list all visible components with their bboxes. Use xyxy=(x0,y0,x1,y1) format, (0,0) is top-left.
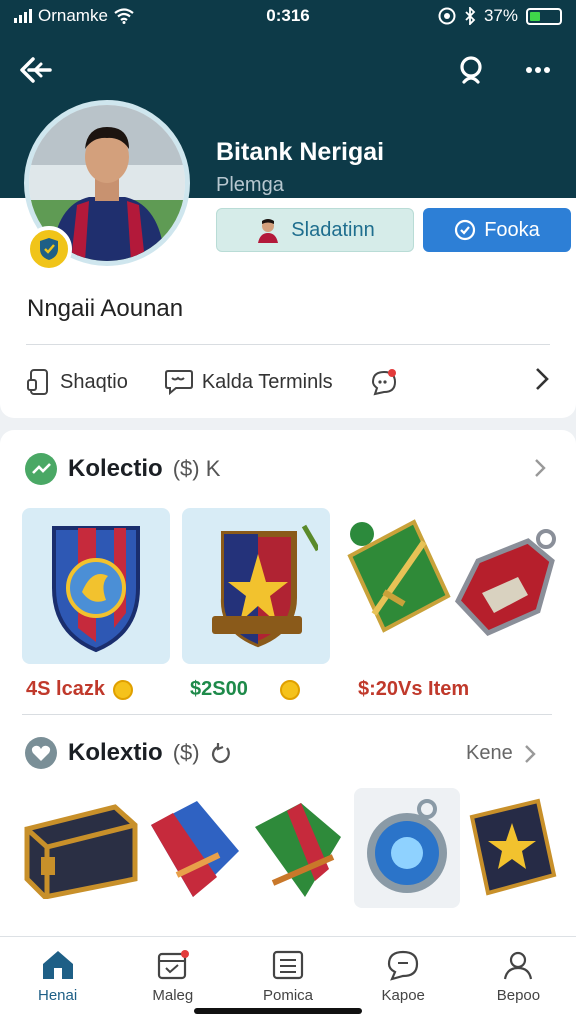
collection-1-price-2: $2S00 xyxy=(190,678,300,701)
club-badge-icon xyxy=(212,524,318,648)
profile-icon xyxy=(504,951,533,980)
battery-fill xyxy=(530,11,541,21)
collection-2-title: Kolextio xyxy=(68,739,163,766)
chevron-right-icon xyxy=(535,459,546,477)
primary-action-button[interactable]: Fooka xyxy=(423,208,571,252)
nav-label-list: Pomica xyxy=(262,987,314,1004)
profile-info-row: Shaqtio Kalda Terminls xyxy=(26,360,550,404)
carrier-name: Ornamke xyxy=(38,6,108,25)
search-button[interactable] xyxy=(452,50,492,90)
kit-green-icon xyxy=(255,803,341,897)
heart-icon xyxy=(25,737,57,769)
more-icon xyxy=(526,67,550,73)
collection-1-chevron[interactable] xyxy=(528,456,552,480)
trend-icon xyxy=(25,453,57,485)
profile-role: Plemga xyxy=(216,174,284,196)
phone-icon xyxy=(27,369,48,395)
top-navigation xyxy=(0,44,576,92)
notification-bubble-icon xyxy=(371,369,396,396)
wifi-icon xyxy=(114,8,134,24)
back-button[interactable] xyxy=(16,50,56,90)
nav-label-profile: Bepoo xyxy=(496,987,541,1004)
chevron-right-icon xyxy=(536,368,549,390)
back-arrow-icon xyxy=(20,57,52,83)
display-name: Nngaii Aounan xyxy=(27,295,184,322)
info-row-chevron[interactable] xyxy=(534,366,550,398)
calendar-icon xyxy=(157,950,189,980)
battery-icon xyxy=(526,7,562,25)
status-bar: Ornamke 0:316 37% xyxy=(0,0,576,32)
info-item-messages[interactable]: Kalda Terminls xyxy=(164,368,333,396)
collection-item-star-card[interactable] xyxy=(464,790,560,908)
profile-name: Bitank Nerigai xyxy=(216,138,385,166)
info-item-stats[interactable]: Shaqtio xyxy=(26,368,128,396)
chat-icon xyxy=(388,950,419,981)
nav-label-home: Henai xyxy=(38,987,78,1004)
collection-item-jersey-green[interactable] xyxy=(250,790,346,908)
info-item-messages-label: Kalda Terminls xyxy=(201,370,333,393)
chevron-right-icon xyxy=(524,744,536,763)
orb-medal-icon xyxy=(367,799,447,893)
collection-1-title: Kolectio xyxy=(68,455,163,482)
collection-item-armor[interactable] xyxy=(446,508,560,664)
sword-card-icon xyxy=(347,519,451,633)
collection-item-orb[interactable] xyxy=(354,788,460,908)
nav-item-home[interactable]: Henai xyxy=(0,937,115,1024)
bluetooth-icon xyxy=(465,7,476,25)
collection-item-chest[interactable] xyxy=(18,790,140,908)
collection-item-crest[interactable] xyxy=(22,508,170,664)
verified-badge xyxy=(26,226,72,272)
home-indicator xyxy=(194,1008,362,1014)
kit-blue-icon xyxy=(151,801,239,897)
collection-1-price-3: $:20Vs Item xyxy=(358,678,469,701)
shield-icon xyxy=(40,238,58,260)
collection-1-header[interactable]: Kolectio ($) K xyxy=(24,452,220,486)
collection-1-price-1: 4S lcazk xyxy=(26,678,133,701)
home-icon xyxy=(42,951,73,979)
collection-item-badge[interactable] xyxy=(182,508,330,664)
price-3-label: $:20Vs Item xyxy=(358,678,470,700)
treasure-chest-icon xyxy=(24,804,138,899)
secondary-action-button[interactable]: Sladatinn xyxy=(216,208,414,252)
collection-2-header[interactable]: Kolextio ($) xyxy=(24,736,232,770)
nav-item-chat[interactable]: Kapoe xyxy=(346,937,461,1024)
collection-item-sword-card[interactable] xyxy=(344,508,454,664)
collection-2-see-all[interactable]: Kene xyxy=(466,742,537,765)
list-icon xyxy=(272,950,304,980)
club-crest-icon xyxy=(52,526,140,653)
more-options-button[interactable] xyxy=(518,50,558,90)
star-card-icon xyxy=(469,798,557,896)
player-avatar-icon xyxy=(258,219,279,243)
info-item-notifications[interactable] xyxy=(369,367,399,397)
collection-2-link: Kene xyxy=(466,742,513,764)
battery-percent: 37% xyxy=(483,6,518,25)
nav-label-chat: Kapoe xyxy=(381,987,425,1004)
target-icon xyxy=(438,7,456,25)
follow-icon xyxy=(455,219,476,241)
price-1-label: 4S lcazk xyxy=(26,678,105,700)
armor-piece-icon xyxy=(454,529,556,637)
primary-action-label: Fooka xyxy=(484,218,540,241)
info-item-stats-label: Shaqtio xyxy=(60,370,128,393)
coin-icon xyxy=(112,679,133,700)
collection-2-subtitle: ($) xyxy=(172,740,200,765)
collection-1-subtitle: ($) K xyxy=(172,456,221,481)
chat-bubble-icon xyxy=(164,370,193,396)
nav-label-calendar: Maleg xyxy=(152,987,194,1004)
collection-divider xyxy=(22,714,552,715)
profile-divider xyxy=(26,344,550,345)
collection-item-jersey-blue[interactable] xyxy=(146,790,244,908)
secondary-action-label: Sladatinn xyxy=(291,218,375,241)
search-icon xyxy=(460,56,482,84)
nav-item-profile[interactable]: Bepoo xyxy=(461,937,576,1024)
refresh-icon xyxy=(211,743,230,764)
price-2-label: $2S00 xyxy=(190,678,248,700)
coin-icon xyxy=(279,679,300,700)
signal-icon xyxy=(14,9,32,23)
